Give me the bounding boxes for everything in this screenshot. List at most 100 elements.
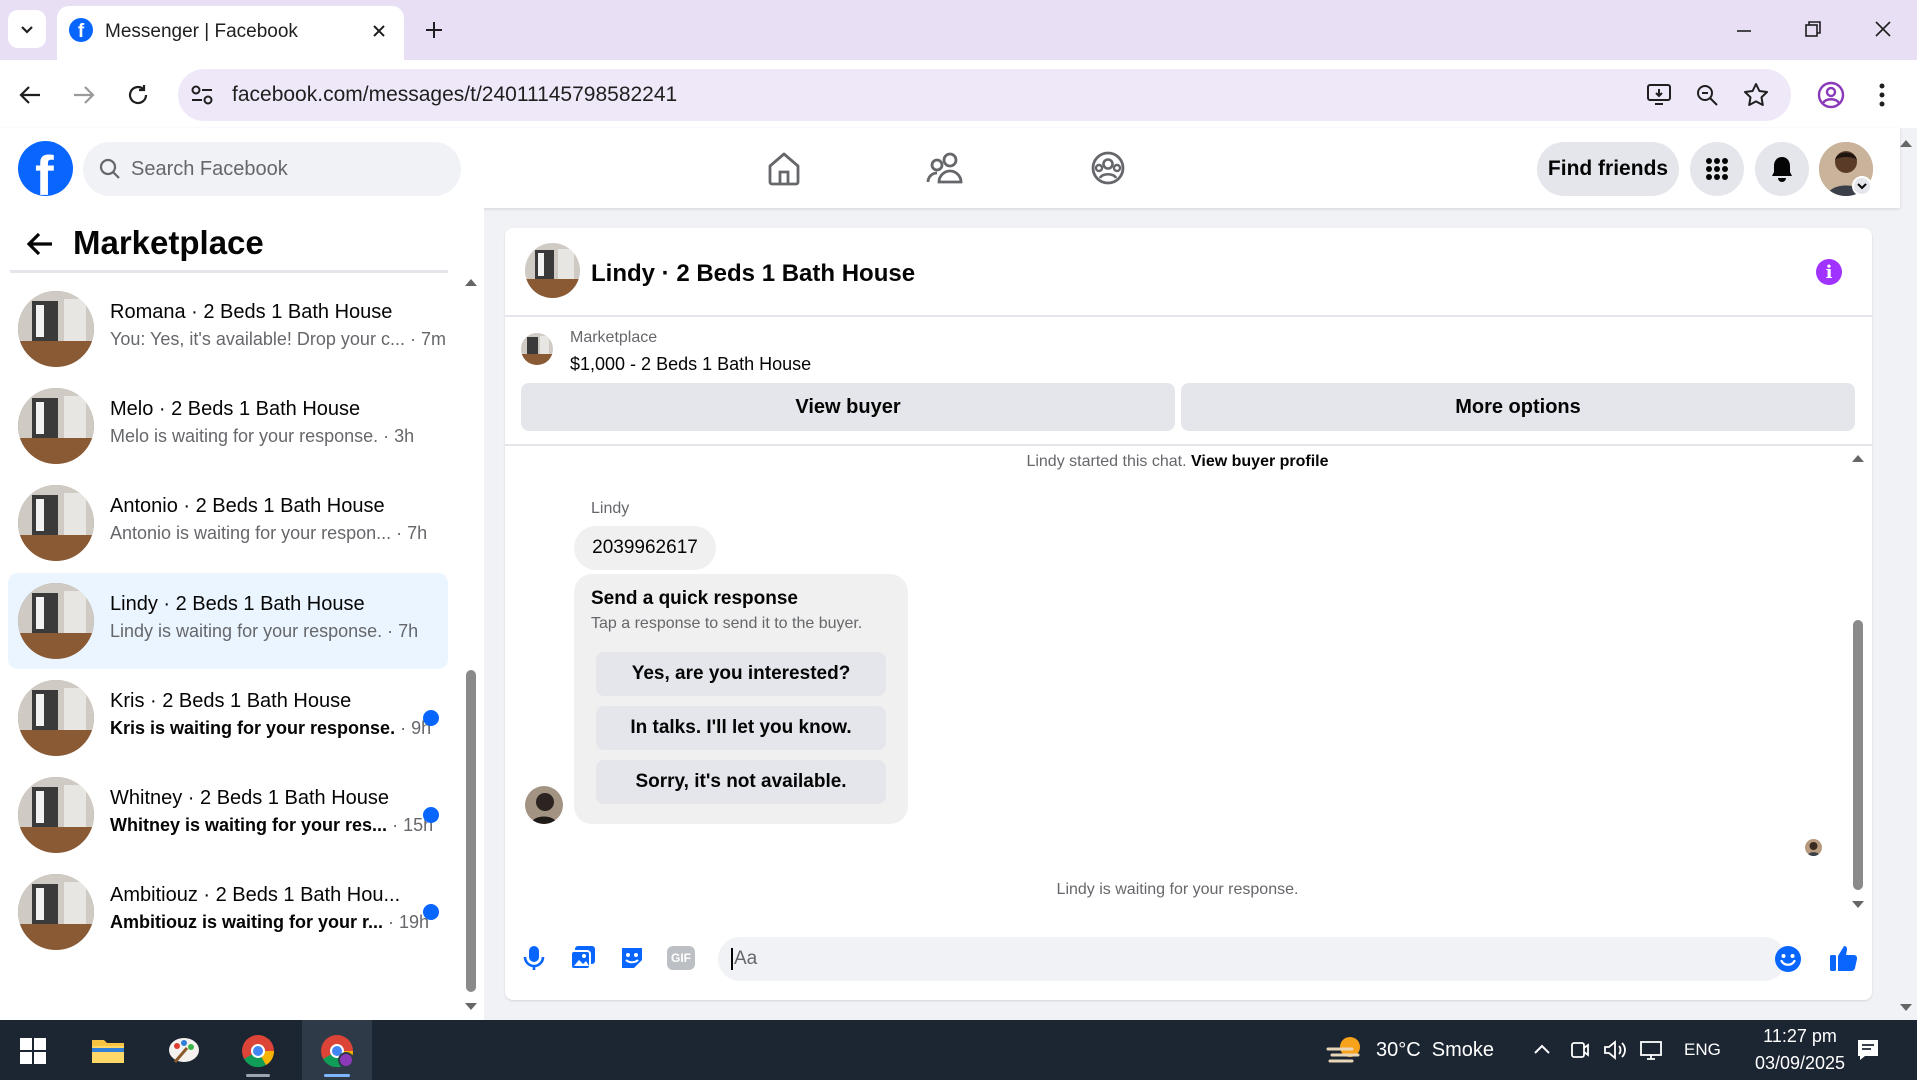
home-icon[interactable] [766,150,802,186]
notification-center-icon[interactable] [1856,1038,1880,1062]
preview-text: Kris is waiting for your response. [110,718,396,738]
language-indicator[interactable]: ENG [1684,1040,1721,1060]
like-thumbs-up-icon[interactable] [1829,943,1859,973]
new-tab-icon[interactable] [424,20,444,40]
conversation-item[interactable]: Melo · 2 Beds 1 Bath House Melo is waiti… [8,378,448,474]
chat-avatar[interactable] [525,243,580,298]
chrome-icon[interactable] [241,1034,275,1068]
search-input[interactable]: Search Facebook [131,158,288,181]
conversation-item[interactable]: Romana · 2 Beds 1 Bath House You: Yes, i… [8,281,448,377]
windows-start-icon[interactable] [20,1038,46,1064]
message-bubble[interactable]: 2039962617 [574,526,716,570]
view-buyer-button[interactable]: View buyer [521,383,1175,431]
menu-button[interactable] [1690,142,1744,196]
groups-icon[interactable] [1090,150,1126,186]
chrome-profile-taskbar-button[interactable] [302,1020,372,1080]
browser-menu-icon[interactable] [1878,82,1886,108]
emoji-icon[interactable] [1774,945,1802,973]
clock-time[interactable]: 11:27 pm [1744,1026,1856,1047]
tab-search-button[interactable] [8,10,46,48]
url-text[interactable]: facebook.com/messages/t/2401114579858224… [232,83,677,107]
chevron-down-icon [21,26,33,34]
unread-dot [423,710,439,726]
listing-price[interactable]: $1,000 - 2 Beds 1 Bath House [570,354,811,375]
conversation-item[interactable]: Kris · 2 Beds 1 Bath House Kris is waiti… [8,670,448,766]
file-explorer-icon[interactable] [91,1036,125,1064]
scroll-down-arrow-icon[interactable] [464,1002,478,1012]
view-buyer-profile-link[interactable]: View buyer profile [1191,453,1329,470]
account-chevron-icon[interactable] [1852,176,1872,196]
quick-response-button[interactable]: Yes, are you interested? [596,652,886,696]
profile-icon[interactable] [1817,81,1845,109]
scroll-up-arrow-icon[interactable] [464,277,478,287]
microphone-icon[interactable] [523,944,545,972]
chrome-active-indicator [246,1074,270,1077]
panel-scrollbar-thumb[interactable] [466,670,476,992]
weather-icon [1326,1037,1360,1063]
back-icon[interactable] [18,84,42,106]
listing-thumbnail [18,388,94,464]
quick-response-label: Yes, are you interested? [631,663,851,684]
minimize-icon[interactable] [1735,22,1753,40]
network-icon[interactable] [1639,1039,1663,1061]
quick-response-title: Send a quick response [591,588,798,609]
volume-icon[interactable] [1603,1039,1627,1061]
chrome-profile-icon [321,1035,354,1068]
conversation-info-button[interactable]: i [1816,259,1842,285]
conversation-title: Kris · 2 Beds 1 Bath House [110,690,352,712]
quick-response-label: In talks. I'll let you know. [630,717,852,738]
paint-app-icon[interactable] [167,1034,201,1066]
listing-thumbnail [18,874,94,950]
sticker-icon[interactable] [619,945,645,971]
meet-camera-icon[interactable] [1569,1039,1589,1061]
forward-icon[interactable] [72,84,96,106]
listing-thumbnail [18,485,94,561]
find-friends-button[interactable]: Find friends [1537,142,1679,196]
chat-title[interactable]: Lindy · 2 Beds 1 Bath House [591,260,915,288]
panel-title: Marketplace [73,224,264,261]
message-input[interactable]: Aa [718,937,1786,981]
reload-icon[interactable] [126,83,150,107]
conversation-item[interactable]: Whitney · 2 Beds 1 Bath House Whitney is… [8,767,448,863]
gif-icon[interactable]: GIF [667,946,695,970]
weather-text[interactable]: 30°C Smoke [1376,1039,1494,1062]
tray-chevron-up-icon[interactable] [1533,1043,1551,1055]
chat-scroll-up-arrow-icon[interactable] [1851,453,1865,463]
chat-scroll-down-arrow-icon[interactable] [1851,900,1865,910]
quick-response-button[interactable]: Sorry, it's not available. [596,760,886,804]
restore-icon[interactable] [1804,20,1822,38]
unread-dot [423,807,439,823]
close-tab-icon[interactable] [371,23,387,39]
browser-tab[interactable]: f Messenger | Facebook [57,6,404,60]
listing-thumbnail [18,777,94,853]
photo-icon[interactable] [570,945,596,971]
clock-date[interactable]: 03/09/2025 [1744,1053,1856,1074]
more-options-button[interactable]: More options [1181,383,1855,431]
close-window-icon[interactable] [1874,20,1892,38]
page-scroll-down-arrow-icon[interactable] [1899,1003,1913,1013]
preview-text: Lindy is waiting for your response. [110,621,383,641]
conversation-item-selected[interactable]: Lindy · 2 Beds 1 Bath House Lindy is wai… [8,573,448,669]
chat-scrollbar-thumb[interactable] [1853,620,1863,890]
conversation-preview: Melo is waiting for your response. · 3h [110,426,415,446]
quick-response-button[interactable]: In talks. I'll let you know. [596,706,886,750]
notifications-button[interactable] [1755,142,1809,196]
zoom-icon[interactable] [1695,83,1719,107]
message-text: 2039962617 [592,537,698,558]
page-scroll-up-arrow-icon[interactable] [1899,138,1913,148]
facebook-logo-icon[interactable]: f [18,141,73,196]
search-bar[interactable]: Search Facebook [83,142,461,196]
bookmark-star-icon[interactable] [1743,82,1769,108]
site-info-icon[interactable] [190,84,214,106]
conversation-item[interactable]: Ambitiouz · 2 Beds 1 Bath Hou... Ambitio… [8,864,448,960]
listing-divider [505,444,1872,446]
bell-icon [1772,157,1792,182]
sender-name: Lindy [591,500,630,517]
preview-time: 7h [398,621,419,641]
friends-icon[interactable] [926,150,964,186]
install-app-icon[interactable] [1646,82,1672,106]
facebook-favicon-icon: f [69,18,93,42]
conversation-item[interactable]: Antonio · 2 Beds 1 Bath House Antonio is… [8,475,448,571]
back-arrow-icon[interactable] [26,231,54,257]
sender-avatar[interactable] [525,786,563,824]
